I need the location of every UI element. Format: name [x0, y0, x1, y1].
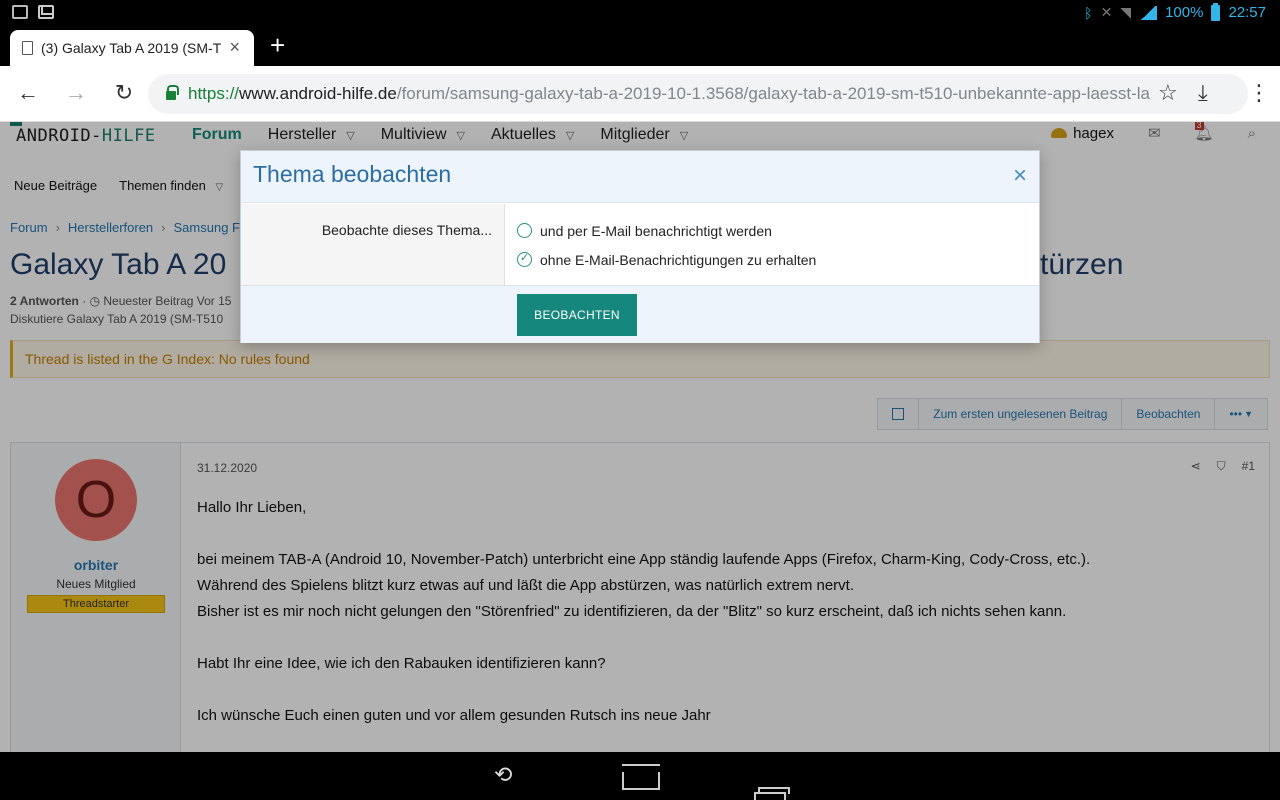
url-protocol: https://: [188, 84, 240, 103]
option-email[interactable]: und per E-Mail benachrichtigt werden: [517, 216, 816, 245]
radio-no-email[interactable]: [517, 251, 532, 267]
modal-header: Thema beobachten ×: [241, 151, 1039, 203]
browser-toolbar: ← → ↻ https:// www.android-hilfe.de /for…: [0, 66, 1280, 122]
radio-email[interactable]: [517, 223, 532, 238]
browser-tab[interactable]: (3) Galaxy Tab A 2019 (SM-T ×: [10, 30, 254, 66]
signal-icon: [1139, 5, 1158, 20]
option-no-email[interactable]: ohne E-Mail-Benachrichtigungen zu erhalt…: [517, 245, 816, 274]
modal-footer: BEOBACHTEN: [241, 285, 1039, 343]
close-icon[interactable]: ×: [1013, 162, 1027, 190]
reload-icon[interactable]: ↻: [110, 80, 138, 106]
beobachten-button[interactable]: BEOBACHTEN: [517, 294, 637, 336]
lock-icon: [166, 84, 179, 100]
kebab-menu-icon[interactable]: ⋮: [1248, 80, 1270, 106]
notification-icon: [12, 5, 28, 19]
wifi-icon: ◥: [1120, 4, 1132, 20]
home-icon[interactable]: [622, 772, 660, 790]
modal-title: Thema beobachten: [253, 161, 452, 187]
option-email-label: und per E-Mail benachrichtigt werden: [540, 222, 772, 239]
battery-icon: [1211, 2, 1221, 21]
tab-strip: (3) Galaxy Tab A 2019 (SM-T × +: [0, 26, 1280, 66]
modal-form-row: Beobachte dieses Thema... und per E-Mail…: [241, 204, 1039, 285]
close-tab-icon[interactable]: ×: [229, 37, 240, 58]
new-tab-button[interactable]: +: [270, 30, 285, 61]
star-icon[interactable]: ☆: [1158, 80, 1178, 106]
recent-apps-icon[interactable]: [754, 787, 790, 800]
back-icon[interactable]: ⟲: [494, 762, 512, 788]
android-nav-bar: ⟲: [0, 752, 1280, 800]
clock: 22:57: [1228, 4, 1266, 21]
bluetooth-icon: ᛒ: [1084, 4, 1093, 21]
page-icon: [22, 41, 33, 55]
gmail-icon: [38, 5, 54, 19]
vibrate-off-icon: ✕: [1100, 4, 1113, 20]
back-arrow-icon[interactable]: ←: [14, 80, 42, 106]
forward-arrow-icon[interactable]: →: [62, 80, 90, 106]
watch-label: Beobachte dieses Thema...: [241, 204, 505, 285]
url-host: www.android-hilfe.de: [239, 84, 397, 103]
address-bar[interactable]: https:// www.android-hilfe.de /forum/sam…: [148, 74, 1248, 114]
android-status-bar: ᛒ ✕ ◥ 100% 22:57: [0, 0, 1280, 26]
option-no-email-label: ohne E-Mail-Benachrichtigungen zu erhalt…: [540, 251, 817, 268]
battery-percent: 100%: [1165, 4, 1204, 21]
watch-thread-modal: Thema beobachten × Beobachte dieses Them…: [240, 150, 1040, 343]
download-icon[interactable]: ⤓: [1198, 80, 1208, 106]
tab-title: (3) Galaxy Tab A 2019 (SM-T: [41, 40, 221, 56]
url-path: /forum/samsung-galaxy-tab-a-2019-10-1.35…: [396, 84, 1150, 103]
watch-options: und per E-Mail benachrichtigt werden ohn…: [505, 204, 816, 285]
